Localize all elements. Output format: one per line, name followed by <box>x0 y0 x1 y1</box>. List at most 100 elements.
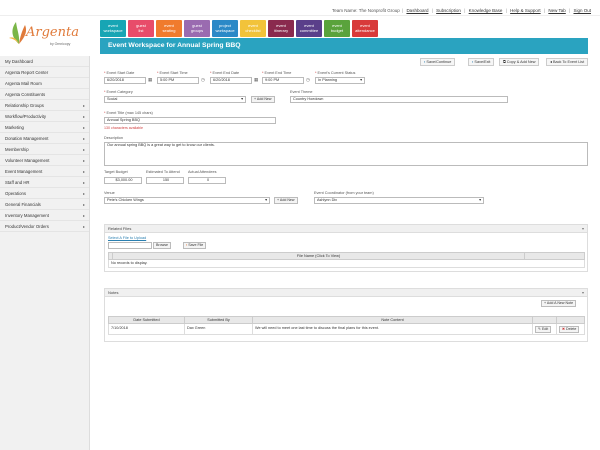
category-select[interactable]: Social ▾ <box>104 96 246 103</box>
edit-cell: ✎ Edit <box>532 323 557 335</box>
calendar-icon[interactable]: ▦ <box>254 77 258 83</box>
back-to-list-button[interactable]: ◂ Back To Event List <box>546 58 589 66</box>
coordinator-label: Event Coordinator (from your team) <box>314 191 374 195</box>
end-date-input[interactable]: 6/20/2018 <box>210 77 252 84</box>
argenta-logo[interactable]: Argenta by Omnicopy <box>8 20 79 50</box>
description-textarea[interactable]: Our annual spring BBQ is a great way to … <box>104 142 588 166</box>
tab-guest-list[interactable]: guest list <box>128 20 154 37</box>
date-col[interactable]: Date Submitted <box>108 316 185 324</box>
tab-label-line2: workspace <box>103 28 123 33</box>
tab-event-seating[interactable]: event seating <box>156 20 182 37</box>
edit-note-button[interactable]: ✎ Edit <box>535 326 552 333</box>
sidebar-item-argenta-constituents[interactable]: Argenta Constituents <box>0 89 89 100</box>
save-continue-button[interactable]: ▪ Save/Continue <box>420 58 456 66</box>
collapse-icon[interactable]: ▾ <box>582 225 584 233</box>
sidebar-item-label: Membership <box>5 147 29 152</box>
add-note-button[interactable]: + Add A New Note <box>541 300 577 307</box>
collapse-icon[interactable]: ▾ <box>582 289 584 297</box>
tab-event-itinerary[interactable]: event itinerary <box>268 20 294 37</box>
end-date-label: * Event End Date <box>210 71 240 75</box>
sidebar-item-workflow-productivity[interactable]: Workflow/Productivity ▸ <box>0 111 89 122</box>
tab-event-committee[interactable]: event committee <box>296 20 322 37</box>
add-category-button[interactable]: + Add New <box>251 96 275 103</box>
sidebar-item-marketing[interactable]: Marketing ▸ <box>0 122 89 133</box>
plus-icon: + <box>277 198 280 202</box>
chevron-right-icon: ▸ <box>82 202 85 207</box>
sidebar-item-argenta-mail-room[interactable]: Argenta Mail Room <box>0 78 89 89</box>
delete-col <box>556 316 585 324</box>
sidebar-item-inventory-management[interactable]: Inventory Management ▸ <box>0 210 89 221</box>
tab-event-attendance[interactable]: event attendance <box>352 20 378 37</box>
sidebar-item-label: General Financials <box>5 202 41 207</box>
chevron-right-icon: ▸ <box>82 147 85 152</box>
est-attend-input[interactable]: 150 <box>146 177 184 184</box>
delete-note-button[interactable]: ✖ Delete <box>559 326 580 333</box>
tab-event-workspace[interactable]: event workspace <box>100 20 126 37</box>
sidebar-item-argenta-report-center[interactable]: Argenta Report Center <box>0 67 89 78</box>
copy-add-new-button[interactable]: ⧉ Copy & Add New <box>499 58 540 66</box>
notes-table: Date Submitted Submitted By Note Content… <box>108 316 585 335</box>
sidebar-item-label: Product/Vendor Orders <box>5 224 49 229</box>
submitted-by-col[interactable]: Submitted By <box>184 316 253 324</box>
sidebar-item-relationship-groups[interactable]: Relationship Groups ▸ <box>0 100 89 111</box>
label-text: Event Start Date <box>106 71 135 75</box>
sidebar-item-label: Argenta Mail Room <box>5 81 42 86</box>
file-path-input[interactable] <box>108 242 152 249</box>
new-tab-link[interactable]: New Tab <box>548 8 565 13</box>
calendar-icon[interactable]: ▦ <box>148 77 152 83</box>
add-venue-button[interactable]: + Add New <box>274 197 298 204</box>
sidebar-item-operations[interactable]: Operations ▸ <box>0 188 89 199</box>
save-file-button[interactable]: ▪ Save File <box>183 242 207 249</box>
start-time-input[interactable]: 5:00 PM <box>157 77 199 84</box>
title-input[interactable]: Annual Spring BBQ <box>104 117 276 124</box>
sidebar-item-label: Operations <box>5 191 27 196</box>
sidebar-item-donation-management[interactable]: Donation Management ▸ <box>0 133 89 144</box>
sidebar-item-general-financials[interactable]: General Financials ▸ <box>0 199 89 210</box>
theme-input[interactable]: Country Hoedown <box>290 96 508 103</box>
tab-event-checklist[interactable]: event checklist <box>240 20 266 37</box>
edit-col <box>532 316 557 324</box>
coordinator-value: Ashlynn Dix <box>317 198 338 202</box>
budget-input[interactable]: $3,000.00 <box>104 177 142 184</box>
clock-icon[interactable]: ◷ <box>201 77 205 83</box>
sidebar-item-volunteer-management[interactable]: Volunteer Management ▸ <box>0 155 89 166</box>
tab-project-workspace[interactable]: project workspace <box>212 20 238 37</box>
subscription-link[interactable]: Subscription <box>436 8 461 13</box>
chevron-down-icon: ▾ <box>360 78 362 82</box>
copy-icon: ⧉ <box>503 60 506 64</box>
coordinator-select[interactable]: Ashlynn Dix ▾ <box>314 197 484 204</box>
sidebar-item-event-management[interactable]: Event Management ▸ <box>0 166 89 177</box>
top-bar: Team Name: The Nonprofit Group | Dashboa… <box>0 0 600 16</box>
file-name-col[interactable]: File Name (Click To View) <box>112 252 525 260</box>
end-time-input[interactable]: 9:00 PM <box>262 77 304 84</box>
sidebar-item-my-dashboard[interactable]: My Dashboard <box>0 56 89 67</box>
sidebar-item-label: Relationship Groups <box>5 103 44 108</box>
help-support-link[interactable]: Help & Support <box>510 8 541 13</box>
related-files-header[interactable]: Related Files ▾ <box>105 225 587 233</box>
knowledge-base-link[interactable]: Knowledge Base <box>469 8 503 13</box>
separator: | <box>569 8 571 13</box>
panel-title: Related Files <box>108 226 132 231</box>
actual-attend-input[interactable]: 0 <box>188 177 226 184</box>
sidebar-item-label: Inventory Management <box>5 213 49 218</box>
tab-event-budget[interactable]: event budget <box>324 20 350 37</box>
label-text: Event Category <box>106 90 133 94</box>
browse-button[interactable]: Browse <box>153 242 171 249</box>
notes-header[interactable]: Notes ▾ <box>105 289 587 297</box>
status-select[interactable]: In Planning ▾ <box>315 77 365 84</box>
clock-icon[interactable]: ◷ <box>306 77 310 83</box>
save-exit-button[interactable]: ▪ Save/Exit <box>468 58 495 66</box>
category-label: * Event Category <box>104 90 133 94</box>
sidebar-item-membership[interactable]: Membership ▸ <box>0 144 89 155</box>
start-date-input[interactable]: 6/20/2018 <box>104 77 146 84</box>
sign-out-link[interactable]: Sign Out <box>573 8 591 13</box>
sidebar-item-staff-and-hr[interactable]: Staff and HR ▸ <box>0 177 89 188</box>
content-col[interactable]: Note Content <box>252 316 533 324</box>
dashboard-link[interactable]: Dashboard <box>406 8 428 13</box>
label-text: Event End Time <box>264 71 292 75</box>
label-text: Event Title (max 145 chars) <box>106 111 153 115</box>
venue-select[interactable]: Pete's Chicken Wings ▾ <box>104 197 270 204</box>
tab-label-line2: groups <box>190 28 204 33</box>
tab-guest-groups[interactable]: guest groups <box>184 20 210 37</box>
sidebar-item-product-vendor-orders[interactable]: Product/Vendor Orders ▸ <box>0 221 89 232</box>
